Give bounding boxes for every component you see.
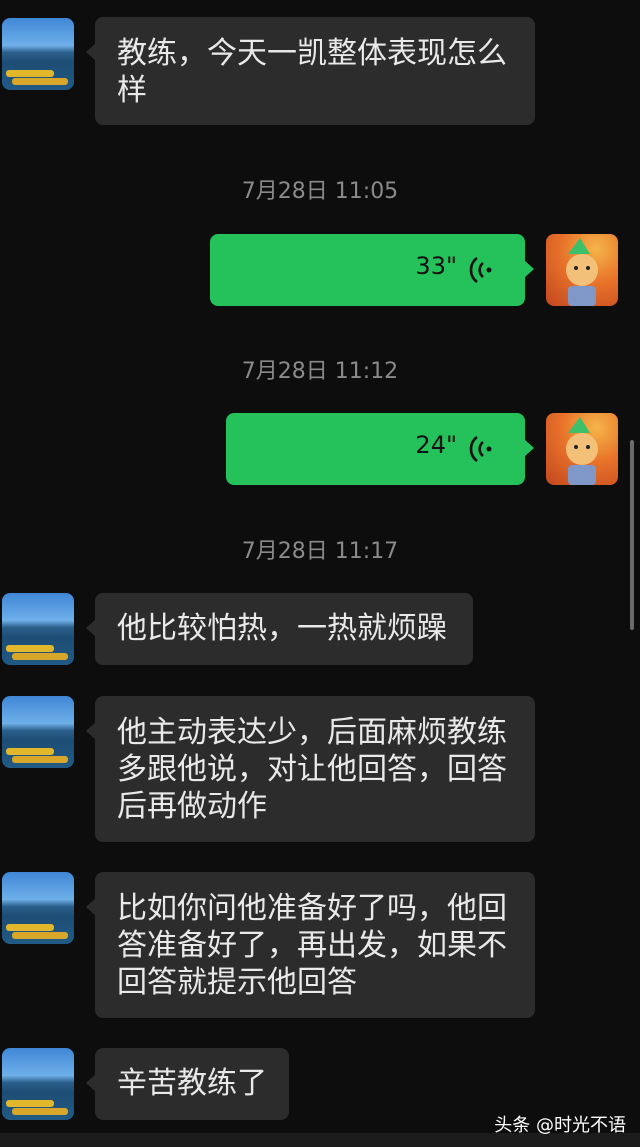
timestamp: 7月28日 11:05 bbox=[241, 179, 399, 204]
voice-message-bubble[interactable]: 33" bbox=[210, 234, 534, 306]
contact-avatar[interactable] bbox=[2, 593, 74, 665]
cartoon-cat-icon bbox=[566, 417, 598, 485]
message-text: 辛苦教练了 bbox=[117, 1066, 267, 1101]
message-bubble[interactable]: 教练，今天一凯整体表现怎么样 bbox=[86, 17, 535, 125]
user-avatar[interactable] bbox=[546, 234, 618, 306]
voice-duration: 24" bbox=[415, 431, 457, 459]
watermark-brand: 头条 bbox=[494, 1115, 531, 1136]
message-bubble[interactable]: 辛苦教练了 bbox=[86, 1048, 289, 1120]
contact-avatar[interactable] bbox=[2, 1048, 74, 1120]
voice-wave-icon bbox=[469, 435, 492, 463]
message-bubble[interactable]: 他比较怕热，一热就烦躁 bbox=[86, 593, 473, 665]
contact-avatar[interactable] bbox=[2, 696, 74, 768]
contact-avatar[interactable] bbox=[2, 872, 74, 944]
scrollbar[interactable] bbox=[630, 440, 634, 630]
message-text: 他比较怕热，一热就烦躁 bbox=[117, 611, 447, 646]
message-bubble[interactable]: 他主动表达少，后面麻烦教练多跟他说，对让他回答，回答后再做动作 bbox=[86, 696, 535, 842]
voice-message-bubble[interactable]: 24" bbox=[226, 413, 534, 485]
voice-wave-icon bbox=[469, 256, 492, 284]
voice-duration: 33" bbox=[415, 252, 457, 280]
timestamp: 7月28日 11:12 bbox=[241, 359, 399, 384]
message-bubble[interactable]: 比如你问他准备好了吗，他回答准备好了，再出发，如果不回答就提示他回答 bbox=[86, 872, 535, 1018]
message-text: 教练，今天一凯整体表现怎么样 bbox=[117, 36, 507, 108]
watermark-author: @时光不语 bbox=[536, 1115, 626, 1136]
cartoon-cat-icon bbox=[566, 238, 598, 306]
contact-avatar[interactable] bbox=[2, 18, 74, 90]
message-text: 他主动表达少，后面麻烦教练多跟他说，对让他回答，回答后再做动作 bbox=[117, 715, 507, 824]
timestamp: 7月28日 11:17 bbox=[241, 539, 399, 564]
user-avatar[interactable] bbox=[546, 413, 618, 485]
message-text: 比如你问他准备好了吗，他回答准备好了，再出发，如果不回答就提示他回答 bbox=[117, 891, 507, 1000]
watermark: 头条 @时光不语 bbox=[494, 1111, 626, 1137]
